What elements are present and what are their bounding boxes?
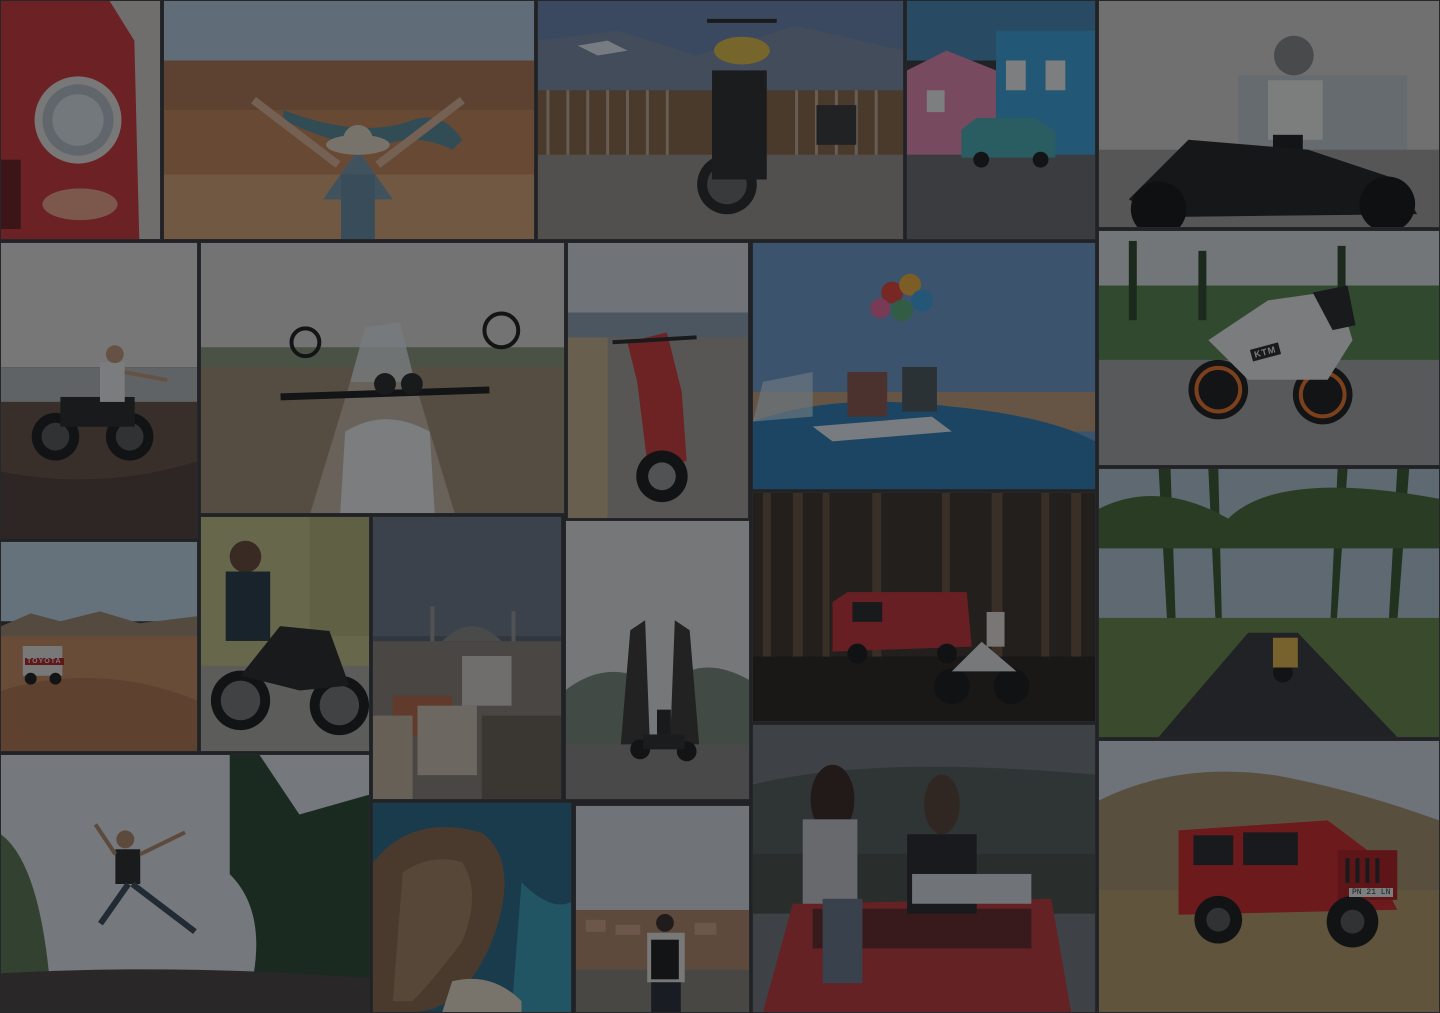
photo-tile-woman-motorcycle [1098,0,1440,228]
photo-tile-palm-road [1098,468,1440,738]
photo-tile-ktm-motorcycle: KTM [1098,230,1440,466]
photo-tile-coastal-cliff [372,802,572,1013]
toyota-badge: TOYOTA [25,658,64,665]
jeep-license-plate: PN 21 LN [1349,888,1394,897]
photo-tile-handlebars [200,242,565,514]
photo-tile-desert-truck: TOYOTA [0,541,198,752]
photo-tile-two-women-car [752,724,1096,1013]
photo-tile-bearded-rider [200,516,370,752]
photo-tile-backpacker [575,805,750,1013]
photo-tile-temple-gate [565,520,750,800]
photo-tile-city-mosque [372,516,562,800]
photo-tile-van-forest [752,492,1096,722]
photo-tile-balloons-car [752,242,1096,490]
photo-tile-red-jeep: PN 21 LN [1098,740,1440,1013]
photo-tile-jumping-person [0,754,370,1013]
photo-tile-teal-car-houses [906,0,1096,240]
photo-tile-beach-rider [0,242,198,539]
photo-tile-red-scooter [567,242,749,519]
photo-collage: KTM TOYOTA PN 21 LN [0,0,1440,1013]
photo-tile-red-car [0,0,161,240]
photo-tile-motorcycle-fence [537,0,904,240]
photo-tile-canyon [163,0,535,240]
